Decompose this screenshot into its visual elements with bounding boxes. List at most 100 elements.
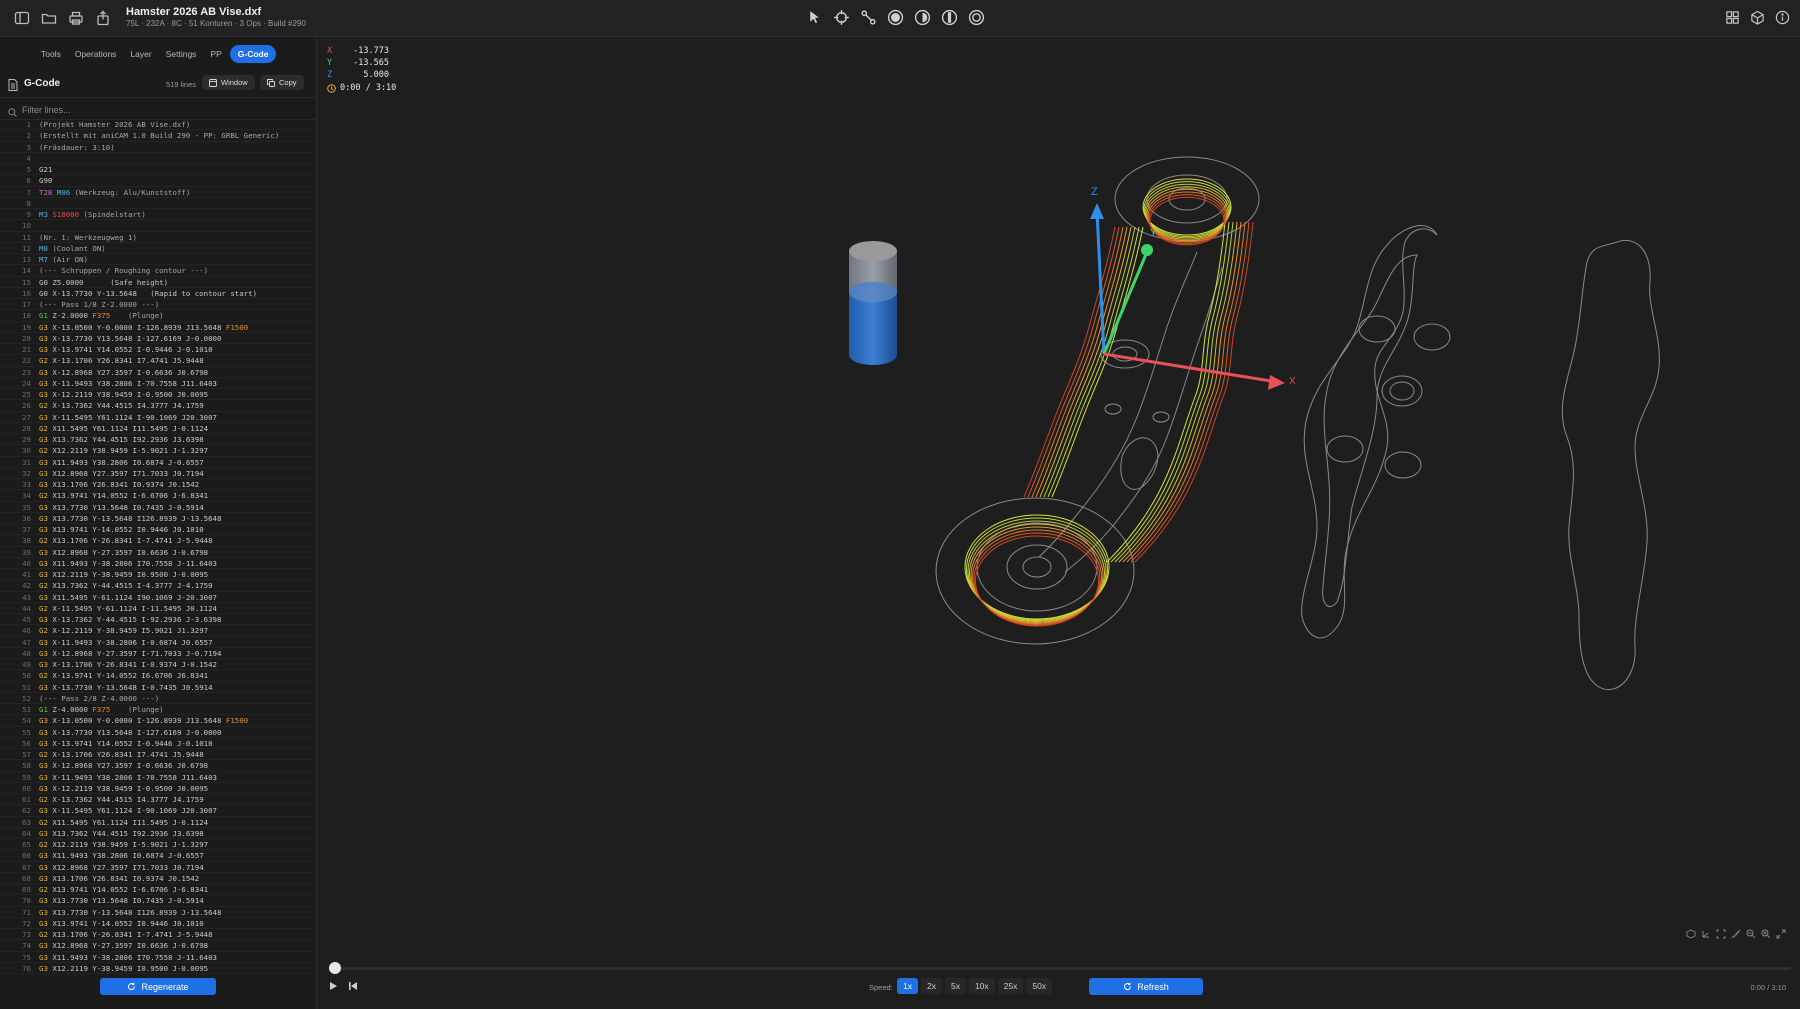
toolpath-scene[interactable]: Z Y X	[317, 37, 1800, 957]
skip-to-start-icon[interactable]	[348, 981, 358, 991]
gcode-line[interactable]: 67 G3 X12.8968 Y27.3597 I71.7033 J0.7194	[0, 862, 316, 873]
speed-2x-button[interactable]: 2x	[920, 978, 942, 994]
gcode-line[interactable]: 30 G2 X12.2119 Y38.9459 I-5.9021 J-1.3297	[0, 445, 316, 457]
gcode-line[interactable]: 57 G2 X-13.1706 Y26.8341 I7.4741 J5.9448	[0, 749, 316, 761]
gcode-line[interactable]: 9 M3 S18000 (Spindelstart)	[0, 209, 316, 221]
gcode-line[interactable]: 41 G3 X12.2119 Y-38.9459 I0.9500 J-0.0095	[0, 569, 316, 581]
gcode-line[interactable]: 18 G1 Z-2.0000 F375 (Plunge)	[0, 310, 316, 322]
gcode-line[interactable]: 29 G3 X13.7362 Y44.4515 I92.2936 J3.6398	[0, 434, 316, 446]
3d-viewport[interactable]: Z Y X X -13.773 Y -13.565 Z 5.000 0:00 / 3:…	[317, 37, 1800, 1009]
gcode-line[interactable]: 72 G3 X13.9741 Y-14.0552 I0.9446 J0.1010	[0, 918, 316, 929]
window-button[interactable]: Window	[202, 75, 255, 90]
gcode-line[interactable]: 3 (Fräsdauer: 3:10)	[0, 142, 316, 153]
view-iso-icon[interactable]	[1686, 929, 1696, 939]
tab-tools[interactable]: Tools	[35, 45, 67, 63]
gcode-line[interactable]: 58 G3 X-12.8968 Y27.3597 I-0.6636 J0.6798	[0, 760, 316, 772]
gcode-line[interactable]: 49 G3 X-13.1706 Y-26.8341 I-0.9374 J-0.15…	[0, 659, 316, 671]
gcode-line[interactable]: 33 G3 X13.1706 Y26.8341 I0.9374 J0.1542	[0, 479, 316, 491]
gcode-line[interactable]: 65 G2 X12.2119 Y38.9459 I-5.9021 J-1.3297	[0, 839, 316, 851]
path-tool-icon[interactable]	[860, 9, 877, 26]
gcode-line[interactable]: 14 (--- Schruppen / Roughing contour ---)	[0, 265, 316, 277]
gcode-line[interactable]: 17 (--- Pass 1/8 Z-2.0000 ---)	[0, 299, 316, 311]
gcode-line[interactable]: 45 G3 X-13.7362 Y-44.4515 I-92.2936 J-3.6…	[0, 614, 316, 626]
tab-pp[interactable]: PP	[204, 45, 227, 63]
gcode-line[interactable]: 36 G3 X13.7730 Y-13.5648 I126.8939 J-13.5…	[0, 513, 316, 524]
gcode-line[interactable]: 27 G3 X-11.5495 Y61.1124 I-90.1069 J20.30…	[0, 412, 316, 423]
gcode-line[interactable]: 40 G3 X11.9493 Y-38.2806 I70.7558 J-11.64…	[0, 558, 316, 569]
gcode-line[interactable]: 13 M7 (Air ON)	[0, 254, 316, 266]
gcode-line[interactable]: 16 G0 X-13.7730 Y-13.5648 (Rapid to conto…	[0, 288, 316, 299]
gcode-line[interactable]: 64 G3 X13.7362 Y44.4515 I92.2936 J3.6398	[0, 828, 316, 839]
open-folder-icon[interactable]	[41, 10, 57, 26]
gcode-line[interactable]: 22 G2 X-13.1706 Y26.8341 I7.4741 J5.9448	[0, 355, 316, 367]
gcode-line[interactable]: 6 G90	[0, 175, 316, 187]
speed-10x-button[interactable]: 10x	[968, 978, 995, 994]
gcode-line[interactable]: 25 G3 X-12.2119 Y38.9459 I-0.9500 J0.0095	[0, 389, 316, 401]
gcode-line[interactable]: 70 G3 X13.7730 Y13.5648 I0.7435 J-0.5914	[0, 895, 316, 907]
tab-settings[interactable]: Settings	[160, 45, 203, 63]
gcode-line[interactable]: 38 G2 X13.1706 Y-26.8341 I-7.4741 J-5.944…	[0, 535, 316, 547]
gcode-line[interactable]: 34 G2 X13.9741 Y14.0552 I-6.6706 J-6.8341	[0, 490, 316, 502]
share-icon[interactable]	[95, 10, 111, 26]
gcode-line[interactable]: 63 G2 X11.5495 Y61.1124 I11.5495 J-0.1124	[0, 817, 316, 828]
gcode-line[interactable]: 75 G3 X11.9493 Y-38.2806 I70.7558 J-11.64…	[0, 952, 316, 963]
expand-icon[interactable]	[1776, 929, 1786, 939]
speed-1x-button[interactable]: 1x	[897, 978, 918, 994]
gcode-line[interactable]: 24 G3 X-11.9493 Y38.2806 I-70.7558 J11.64…	[0, 378, 316, 389]
gcode-line[interactable]: 66 G3 X11.9493 Y38.2806 I0.6874 J-0.6557	[0, 850, 316, 862]
gcode-line[interactable]: 52 (--- Pass 2/8 Z-4.0000 ---)	[0, 693, 316, 704]
grid-layout-icon[interactable]	[1725, 10, 1740, 25]
gcode-line[interactable]: 31 G3 X11.9493 Y38.2806 I0.6874 J-0.6557	[0, 457, 316, 468]
gcode-line[interactable]: 1 (Projekt Hamster 2026 AB Vise.dxf)	[0, 119, 316, 131]
fit-view-icon[interactable]	[1716, 929, 1726, 939]
speed-50x-button[interactable]: 50x	[1026, 978, 1053, 994]
gcode-line[interactable]: 43 G3 X11.5495 Y-61.1124 I90.1069 J-20.30…	[0, 592, 316, 603]
gcode-line[interactable]: 61 G2 X-13.7362 Y44.4515 I4.3777 J4.1759	[0, 794, 316, 806]
select-pointer-icon[interactable]	[806, 9, 823, 26]
speed-25x-button[interactable]: 25x	[997, 978, 1024, 994]
gcode-line[interactable]: 32 G3 X12.8968 Y27.3597 I71.7033 J0.7194	[0, 468, 316, 479]
measure-icon[interactable]	[1731, 929, 1741, 939]
gcode-line[interactable]: 20 G3 X-13.7730 Y13.5648 I-127.6169 J-0.0…	[0, 333, 316, 344]
gcode-line[interactable]: 71 G3 X13.7730 Y-13.5648 I126.8939 J-13.5…	[0, 907, 316, 918]
gcode-line[interactable]: 74 G3 X12.8968 Y-27.3597 I0.6636 J-0.6798	[0, 940, 316, 952]
gcode-line[interactable]: 62 G3 X-11.5495 Y61.1124 I-90.1069 J20.30…	[0, 805, 316, 817]
gcode-line[interactable]: 76 G3 X12.2119 Y-38.9459 I0.9500 J-0.0095	[0, 963, 316, 974]
gcode-line[interactable]: 69 G2 X13.9741 Y14.0552 I-6.6706 J-6.8341	[0, 884, 316, 896]
gcode-line[interactable]: 60 G3 X-12.2119 Y38.9459 I-0.9500 J0.0095	[0, 783, 316, 794]
gcode-line[interactable]: 4	[0, 153, 316, 164]
shaded-view-icon[interactable]	[887, 9, 904, 26]
zoom-in-icon[interactable]	[1761, 929, 1771, 939]
gcode-line[interactable]: 5 G21	[0, 164, 316, 176]
tab-operations[interactable]: Operations	[69, 45, 123, 63]
gcode-line[interactable]: 59 G3 X-11.9493 Y38.2806 I-70.7558 J11.64…	[0, 772, 316, 783]
tab-g-code[interactable]: G-Code	[229, 45, 277, 63]
gcode-line[interactable]: 2 (Erstellt mit aniCAM 1.0 Build 290 - PP…	[0, 130, 316, 142]
gcode-line[interactable]: 7 T28 M06 (Werkzeug: Alu/Kunststoff)	[0, 187, 316, 198]
gcode-line[interactable]: 35 G3 X13.7730 Y13.5648 I0.7435 J-0.5914	[0, 502, 316, 513]
copy-button[interactable]: Copy	[260, 75, 304, 90]
gcode-line[interactable]: 11 (Nr. 1: Werkzeugweg 1)	[0, 232, 316, 243]
crosshair-icon[interactable]	[833, 9, 850, 26]
gcode-line[interactable]: 23 G3 X-12.8968 Y27.3597 I-0.6636 J0.6798	[0, 367, 316, 378]
info-icon[interactable]	[1775, 10, 1790, 25]
gcode-line[interactable]: 42 G2 X13.7362 Y-44.4515 I-4.3777 J-4.175…	[0, 580, 316, 592]
cube-view-icon[interactable]	[1750, 10, 1765, 25]
gcode-line[interactable]: 19 G3 X-13.0500 Y-0.0000 I-126.8939 J13.5…	[0, 322, 316, 333]
gcode-line[interactable]: 50 G2 X-13.9741 Y-14.0552 I6.6706 J6.8341	[0, 670, 316, 682]
gcode-line[interactable]: 47 G3 X-11.9493 Y-38.2806 I-0.6874 J0.655…	[0, 637, 316, 648]
filter-lines-input[interactable]	[20, 101, 304, 118]
sidebar-toggle-icon[interactable]	[14, 10, 30, 26]
zoom-out-icon[interactable]	[1746, 929, 1756, 939]
tab-layer[interactable]: Layer	[124, 45, 157, 63]
gcode-line[interactable]: 46 G2 X-12.2119 Y-38.9459 I5.9021 J1.3297	[0, 625, 316, 637]
gcode-line[interactable]: 56 G3 X-13.9741 Y14.0552 I-0.9446 J-0.101…	[0, 738, 316, 749]
play-icon[interactable]	[328, 981, 338, 991]
gcode-line[interactable]: 8	[0, 198, 316, 209]
gcode-line[interactable]: 37 G3 X13.9741 Y-14.0552 I0.9446 J0.1010	[0, 524, 316, 536]
gcode-line[interactable]: 39 G3 X12.8968 Y-27.3597 I0.6636 J-0.6798	[0, 547, 316, 558]
timeline-scrubber[interactable]	[329, 962, 341, 974]
gcode-line[interactable]: 15 G0 Z5.0000 (Safe height)	[0, 277, 316, 288]
gcode-line[interactable]: 12 M8 (Coolant ON)	[0, 243, 316, 254]
gcode-line[interactable]: 68 G3 X13.1706 Y26.8341 I0.9374 J0.1542	[0, 873, 316, 884]
